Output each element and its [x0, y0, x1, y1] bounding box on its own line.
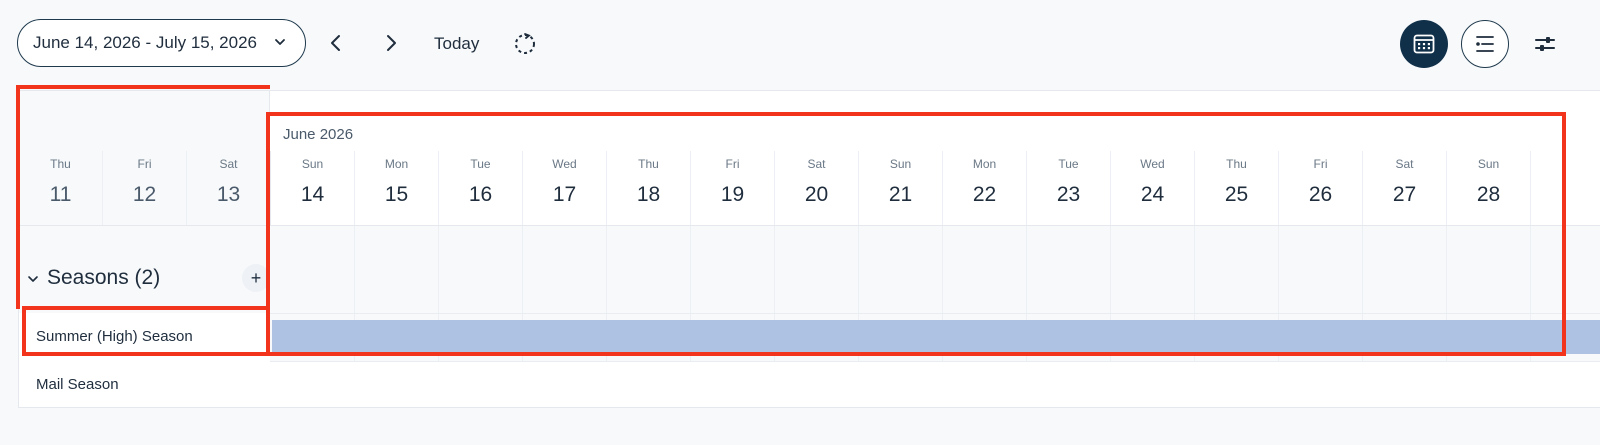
- day-number: 17: [552, 183, 577, 206]
- list-view-button[interactable]: [1461, 20, 1509, 68]
- day-column-17[interactable]: Wed 17: [523, 151, 607, 225]
- day-number: 11: [49, 183, 72, 206]
- day-number: 15: [384, 183, 409, 206]
- chevron-right-icon[interactable]: [378, 30, 404, 56]
- day-of-week: Fri: [725, 157, 740, 171]
- day-of-week: Sat: [1395, 157, 1414, 171]
- day-number: 12: [132, 183, 157, 206]
- calendar-grid-icon: [1413, 34, 1435, 54]
- date-range-picker[interactable]: June 14, 2026 - July 15, 2026: [17, 19, 306, 67]
- day-of-week: Sun: [1477, 157, 1500, 171]
- month-label: June 2026: [283, 126, 354, 143]
- day-column-22[interactable]: Mon 22: [943, 151, 1027, 225]
- add-season-button[interactable]: +: [242, 264, 270, 292]
- list-icon: [1476, 36, 1494, 52]
- calendar-view-button[interactable]: [1400, 20, 1448, 68]
- day-number: 14: [300, 183, 325, 206]
- day-of-week: Wed: [552, 157, 577, 171]
- day-number: 28: [1476, 183, 1501, 206]
- day-of-week: Mon: [972, 157, 997, 171]
- day-column-28[interactable]: Sun 28: [1447, 151, 1531, 225]
- day-of-week: Thu: [638, 157, 659, 171]
- sliders-icon[interactable]: [1532, 31, 1558, 57]
- day-of-week: Mon: [384, 157, 409, 171]
- day-column-26[interactable]: Fri 26: [1279, 151, 1363, 225]
- season-row-label[interactable]: Mail Season: [19, 361, 270, 407]
- day-column-21[interactable]: Sun 21: [859, 151, 943, 225]
- day-of-week: Sun: [889, 157, 912, 171]
- season-row-label[interactable]: Summer (High) Season: [19, 313, 270, 361]
- day-column-12[interactable]: Fri 12: [103, 151, 187, 225]
- day-column-25[interactable]: Thu 25: [1195, 151, 1279, 225]
- day-column-13[interactable]: Sat 13: [187, 151, 271, 225]
- day-number: 16: [468, 183, 493, 206]
- seasons-group-header: Seasons (2) +: [19, 259, 270, 299]
- day-number: 13: [216, 183, 241, 206]
- day-number: 26: [1308, 183, 1333, 206]
- day-column-20[interactable]: Sat 20: [775, 151, 859, 225]
- day-column-14[interactable]: Sun 14: [271, 151, 355, 225]
- day-column-16[interactable]: Tue 16: [439, 151, 523, 225]
- day-of-week: Tue: [1058, 157, 1079, 171]
- chevron-left-icon[interactable]: [323, 30, 349, 56]
- day-of-week: Fri: [137, 157, 152, 171]
- day-number: 23: [1056, 183, 1081, 206]
- refresh-icon[interactable]: [512, 31, 538, 57]
- season-calendar: June 2026 Thu 11 Fri 12 Sat 13 Sun 14 Mon 15 Tue 16…: [18, 90, 1600, 408]
- mail-season-track[interactable]: [270, 361, 1600, 407]
- day-number: 20: [804, 183, 829, 206]
- day-of-week: Sat: [807, 157, 826, 171]
- day-number: 19: [720, 183, 745, 206]
- chevron-down-icon: [275, 39, 285, 45]
- today-button[interactable]: Today: [434, 34, 479, 54]
- day-column-27[interactable]: Sat 27: [1363, 151, 1447, 225]
- calendar-toolbar: June 14, 2026 - July 15, 2026 Today: [0, 0, 1600, 90]
- day-of-week: Tue: [470, 157, 491, 171]
- day-of-week: Sun: [301, 157, 324, 171]
- day-number: 24: [1140, 183, 1165, 206]
- day-column-24[interactable]: Wed 24: [1111, 151, 1195, 225]
- day-number: 21: [888, 183, 913, 206]
- day-of-week: Wed: [1140, 157, 1165, 171]
- day-of-week: Thu: [1226, 157, 1247, 171]
- day-of-week: Fri: [1313, 157, 1328, 171]
- seasons-title: Seasons (2): [47, 266, 161, 289]
- day-of-week: Thu: [50, 157, 71, 171]
- day-number: 25: [1224, 183, 1249, 206]
- day-number: 22: [972, 183, 997, 206]
- day-column-11[interactable]: Thu 11: [19, 151, 103, 225]
- day-column-23[interactable]: Tue 23: [1027, 151, 1111, 225]
- date-range-label: June 14, 2026 - July 15, 2026: [33, 33, 257, 52]
- chevron-down-icon[interactable]: [27, 273, 39, 285]
- day-column-15[interactable]: Mon 15: [355, 151, 439, 225]
- day-column-18[interactable]: Thu 18: [607, 151, 691, 225]
- summer-season-bar[interactable]: [272, 320, 1600, 354]
- day-of-week: Sat: [219, 157, 238, 171]
- day-number: 18: [636, 183, 661, 206]
- day-number: 27: [1392, 183, 1417, 206]
- day-column-19[interactable]: Fri 19: [691, 151, 775, 225]
